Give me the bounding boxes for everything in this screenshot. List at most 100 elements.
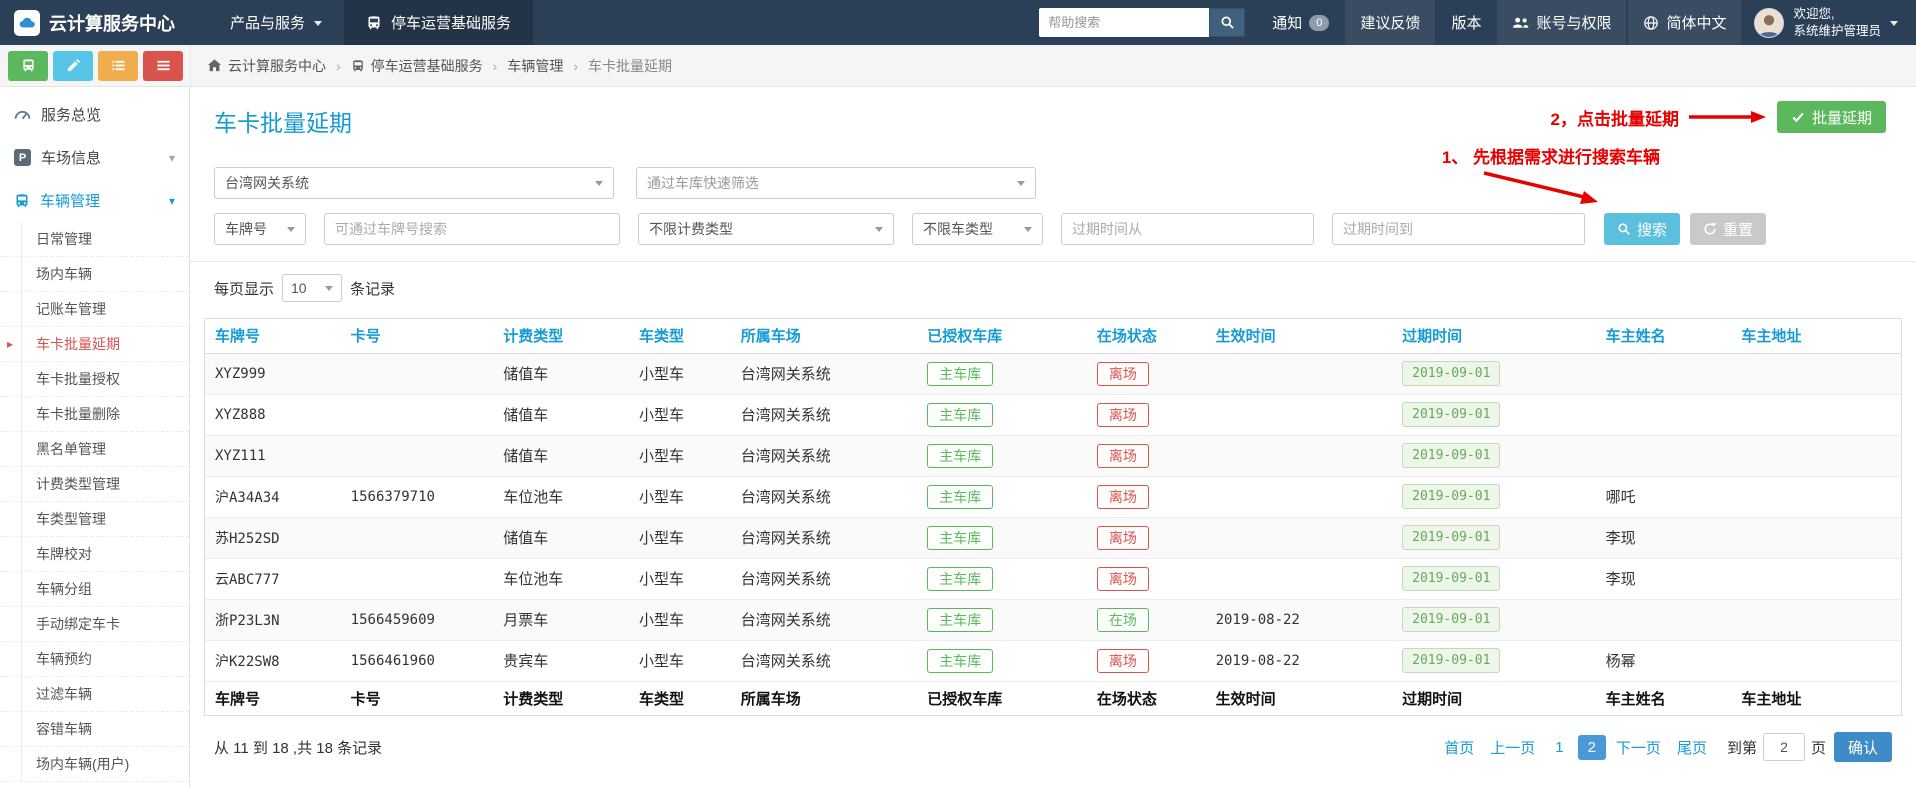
globe-icon bbox=[1643, 15, 1659, 31]
welcome-username: 系统维护管理员 bbox=[1793, 23, 1881, 38]
sidebar-subitem[interactable]: 车牌校对 bbox=[0, 537, 189, 572]
quick-list-button[interactable] bbox=[98, 50, 138, 81]
sidebar-item-overview[interactable]: 服务总览 bbox=[0, 93, 189, 136]
avatar bbox=[1754, 7, 1785, 38]
table-cell: 离场 bbox=[1086, 394, 1206, 436]
pagination-item[interactable]: 尾页 bbox=[1671, 733, 1713, 762]
pagination-item[interactable]: 下一页 bbox=[1610, 733, 1667, 762]
table-cell: 小型车 bbox=[628, 476, 731, 518]
version-button[interactable]: 版本 bbox=[1436, 0, 1496, 45]
quick-menu-button[interactable] bbox=[143, 50, 183, 81]
help-search-input[interactable] bbox=[1039, 8, 1210, 37]
table-cell: 小型车 bbox=[628, 517, 731, 559]
feedback-button[interactable]: 建议反馈 bbox=[1345, 0, 1436, 45]
status-badge: 2019-09-01 bbox=[1402, 525, 1501, 550]
table-row[interactable]: XYZ888 储值车 小型车 台湾网关系统 主车库 离场 2019-09-01 bbox=[205, 394, 1901, 436]
table-row[interactable]: 沪K22SW8 1566461960 贵宾车 小型车 台湾网关系统 主车库 离场 2019-0… bbox=[205, 640, 1901, 682]
help-search-button[interactable] bbox=[1209, 8, 1246, 37]
chevron-down-icon bbox=[595, 180, 603, 186]
system-select[interactable]: 台湾网关系统 bbox=[214, 167, 614, 199]
table-cell: 沪K22SW8 bbox=[205, 640, 341, 682]
sidebar-subitem[interactable]: 车卡批量删除 bbox=[0, 397, 189, 432]
column-header: 在场状态 bbox=[1086, 680, 1206, 715]
vehicle-type-select[interactable]: 不限车类型 bbox=[912, 213, 1043, 245]
sidebar-subitem[interactable]: 记账车管理 bbox=[0, 292, 189, 327]
quick-edit-button[interactable] bbox=[53, 50, 93, 81]
table-cell: 主车库 bbox=[917, 599, 1087, 641]
sidebar-subitem[interactable]: 车辆分组 bbox=[0, 572, 189, 607]
column-header: 所属车场 bbox=[730, 319, 918, 354]
table-cell: 1566379710 bbox=[340, 476, 494, 518]
sidebar-item-vehicle-mgmt[interactable]: 车辆管理 ▾ bbox=[0, 179, 189, 222]
table-cell bbox=[1205, 558, 1393, 600]
table-cell bbox=[1731, 435, 1901, 477]
language-button[interactable]: 简体中文 bbox=[1628, 0, 1742, 45]
breadcrumb-vehicle-mgmt[interactable]: 车辆管理 bbox=[507, 56, 563, 76]
sidebar-subitem[interactable]: 车类型管理 bbox=[0, 502, 189, 537]
batch-extend-button[interactable]: 批量延期 bbox=[1776, 101, 1886, 133]
menu-products[interactable]: 产品与服务 bbox=[208, 0, 344, 45]
table-cell: 储值车 bbox=[493, 517, 629, 559]
per-page-select[interactable]: 10 bbox=[282, 274, 343, 302]
pagination-item[interactable]: 上一页 bbox=[1484, 733, 1541, 762]
plate-search-input[interactable] bbox=[324, 213, 620, 245]
pagination: 首页上一页12下一页尾页 到第 页 确认 bbox=[1438, 732, 1892, 762]
annotation-arrow-diagonal-icon bbox=[1480, 167, 1604, 209]
sidebar-subitem[interactable]: 场内车辆 bbox=[0, 257, 189, 292]
menu-parking-service[interactable]: 停车运营基础服务 bbox=[344, 0, 534, 45]
column-header: 车主姓名 bbox=[1595, 680, 1732, 715]
table-row[interactable]: XYZ999 储值车 小型车 台湾网关系统 主车库 离场 2019-09-01 bbox=[205, 353, 1901, 395]
confirm-button[interactable]: 确认 bbox=[1833, 732, 1892, 762]
table-cell bbox=[1595, 394, 1732, 436]
sidebar-subitem[interactable]: 日常管理 bbox=[0, 222, 189, 257]
table-row[interactable]: 云ABC777 车位池车 小型车 台湾网关系统 主车库 离场 2019-09-01 李现 bbox=[205, 558, 1901, 600]
column-header: 计费类型 bbox=[493, 680, 629, 715]
breadcrumb-service[interactable]: 停车运营基础服务 bbox=[351, 56, 483, 76]
table-row[interactable]: 沪A34A34 1566379710 车位池车 小型车 台湾网关系统 主车库 离场 2019-… bbox=[205, 476, 1901, 518]
table-header-row: 车牌号 卡号 计费类型 车类型 所属车场 已授权车库 在场状态 生效时间 过期时间 车主姓名 车主地… bbox=[205, 319, 1901, 354]
table-cell: 2019-09-01 bbox=[1392, 394, 1596, 436]
table-row[interactable]: 浙P23L3N 1566459609 月票车 小型车 台湾网关系统 主车库 在场 2019-0… bbox=[205, 599, 1901, 641]
sidebar-item-lot-info[interactable]: P 车场信息 ▾ bbox=[0, 136, 189, 179]
user-menu[interactable]: 欢迎您, 系统维护管理员 bbox=[1742, 0, 1916, 45]
table-cell bbox=[1731, 599, 1901, 641]
status-badge: 2019-09-01 bbox=[1402, 648, 1501, 673]
sidebar-subitem[interactable]: 场内车辆(用户) bbox=[0, 747, 189, 782]
garage-filter-select[interactable]: 通过车库快速筛选 bbox=[636, 167, 1036, 199]
expire-to-input[interactable] bbox=[1332, 213, 1585, 245]
brand[interactable]: 云计算服务中心 bbox=[0, 0, 208, 45]
goto-page-input[interactable] bbox=[1762, 733, 1805, 761]
search-button[interactable]: 搜索 bbox=[1603, 213, 1680, 245]
table-cell: 2019-08-22 bbox=[1205, 640, 1393, 682]
reset-button[interactable]: 重置 bbox=[1689, 213, 1766, 245]
status-badge: 2019-09-01 bbox=[1402, 607, 1501, 632]
column-header: 计费类型 bbox=[493, 319, 629, 354]
table-row[interactable]: 苏H252SD 储值车 小型车 台湾网关系统 主车库 离场 2019-09-01 李现 bbox=[205, 517, 1901, 559]
quick-car-button[interactable] bbox=[8, 50, 48, 81]
pagination-item[interactable]: 首页 bbox=[1438, 733, 1480, 762]
filter-row-secondary: 车牌号 不限计费类型 不限车类型 搜索 重置 bbox=[214, 213, 1916, 245]
quick-actions bbox=[0, 50, 190, 81]
pagination-item[interactable]: 1 bbox=[1545, 735, 1573, 760]
table-cell: XYZ111 bbox=[205, 435, 341, 477]
fee-type-select[interactable]: 不限计费类型 bbox=[638, 213, 894, 245]
expire-from-input[interactable] bbox=[1061, 213, 1314, 245]
account-button[interactable]: 账号与权限 bbox=[1497, 0, 1627, 45]
sidebar-subitem[interactable]: 车辆预约 bbox=[0, 642, 189, 677]
vehicle-submenu: 日常管理场内车辆记账车管理车卡批量延期车卡批量授权车卡批量删除黑名单管理计费类型… bbox=[0, 222, 189, 782]
search-field-select[interactable]: 车牌号 bbox=[214, 213, 306, 245]
table-row[interactable]: XYZ111 储值车 小型车 台湾网关系统 主车库 离场 2019-09-01 bbox=[205, 435, 1901, 477]
sidebar-subitem[interactable]: 手动绑定车卡 bbox=[0, 607, 189, 642]
table-cell: 小型车 bbox=[628, 353, 731, 395]
notice-button[interactable]: 通知 0 bbox=[1257, 0, 1344, 45]
pagination-item[interactable]: 2 bbox=[1577, 734, 1606, 760]
sidebar-subitem[interactable]: 车卡批量延期 bbox=[0, 327, 189, 362]
table-cell: 小型车 bbox=[628, 640, 731, 682]
sidebar-subitem[interactable]: 黑名单管理 bbox=[0, 432, 189, 467]
breadcrumb-home[interactable]: 云计算服务中心 bbox=[207, 56, 326, 76]
breadcrumb: 云计算服务中心 › 停车运营基础服务 › 车辆管理 › 车卡批量延期 bbox=[190, 45, 1916, 86]
sidebar-subitem[interactable]: 容错车辆 bbox=[0, 712, 189, 747]
sidebar-subitem[interactable]: 过滤车辆 bbox=[0, 677, 189, 712]
sidebar-subitem[interactable]: 计费类型管理 bbox=[0, 467, 189, 502]
sidebar-subitem[interactable]: 车卡批量授权 bbox=[0, 362, 189, 397]
